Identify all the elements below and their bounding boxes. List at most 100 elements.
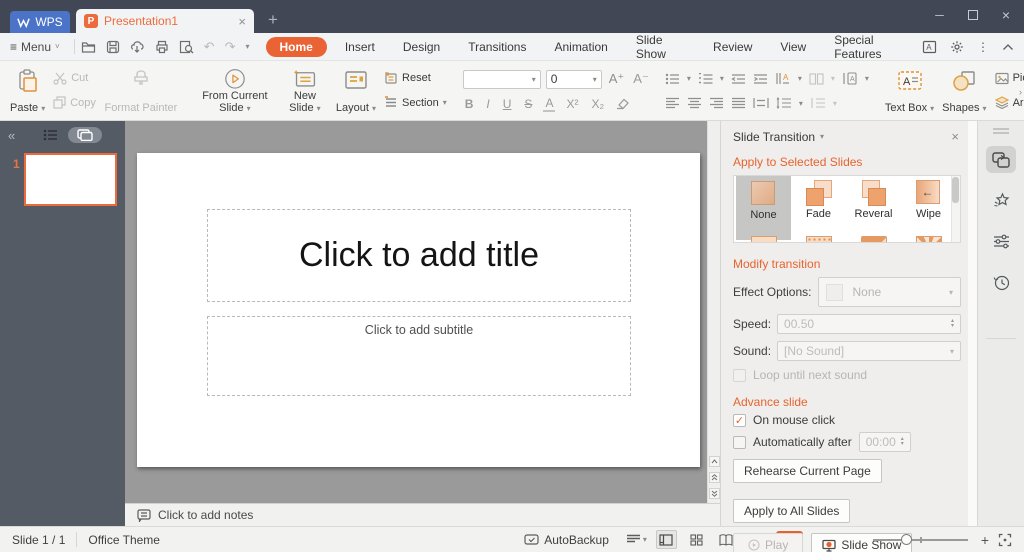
auto-after-spin-arrows[interactable]: ▴ ▾ [901, 436, 904, 447]
align-text-dropdown-icon[interactable]: ▾ [833, 99, 837, 108]
transition-wheel[interactable] [901, 232, 956, 242]
vertical-text-dropdown-icon[interactable]: ▾ [865, 74, 869, 83]
tab-design[interactable]: Design [389, 37, 454, 57]
more-options-icon[interactable]: ⋮ [977, 40, 989, 54]
align-center-icon[interactable] [687, 97, 702, 109]
increase-indent-icon[interactable] [753, 73, 768, 85]
loop-checkbox[interactable] [733, 368, 746, 382]
numbered-list-icon[interactable] [698, 72, 713, 85]
sound-select[interactable]: [No Sound] ▾ [777, 341, 961, 361]
layout-button[interactable]: Layout ▾ [332, 63, 380, 118]
clear-format-icon[interactable] [615, 98, 629, 110]
fit-to-window-icon[interactable] [998, 533, 1012, 547]
gallery-scrollbar[interactable] [951, 176, 960, 242]
object-properties-button[interactable] [986, 228, 1016, 255]
print-icon[interactable] [155, 40, 169, 54]
transition-shape[interactable] [846, 232, 901, 242]
justify-icon[interactable] [731, 97, 746, 109]
paste-button[interactable]: Paste ▾ [6, 63, 49, 118]
numbered-list-dropdown-icon[interactable]: ▾ [720, 74, 724, 83]
superscript-button[interactable]: X² [564, 97, 580, 111]
redo-icon[interactable]: ↷ [225, 39, 236, 55]
previous-slide-button[interactable] [708, 472, 720, 483]
slide-sorter-view-button[interactable] [686, 530, 707, 549]
zoom-slider[interactable] [872, 533, 968, 547]
undo-icon[interactable]: ↶ [204, 39, 215, 55]
font-size-select[interactable]: 0 ▾ [545, 69, 602, 89]
shrink-font-button[interactable]: A⁻ [631, 71, 651, 87]
vertical-scrollbar[interactable] [707, 121, 720, 503]
font-name-select[interactable]: ▾ [462, 69, 541, 89]
next-slide-button[interactable] [708, 488, 720, 499]
panel-close-icon[interactable]: × [951, 129, 959, 144]
bullet-list-dropdown-icon[interactable]: ▾ [687, 74, 691, 83]
tab-review[interactable]: Review [699, 37, 766, 57]
tab-slide-show[interactable]: Slide Show [622, 30, 699, 64]
slide-thumbnail[interactable] [24, 153, 117, 206]
transition-pane-button[interactable] [986, 146, 1016, 173]
strikethrough-button[interactable]: S [522, 97, 534, 111]
italic-button[interactable]: I [484, 97, 491, 111]
history-pane-button[interactable] [986, 269, 1016, 296]
main-menu-button[interactable]: ≡ Menu ˅ [10, 40, 60, 54]
ribbon-expand-icon[interactable]: › [1019, 87, 1022, 97]
reset-button[interactable]: Reset [380, 70, 451, 87]
automatically-after-checkbox[interactable] [733, 435, 746, 449]
document-tab[interactable]: P Presentation1 × [76, 9, 254, 33]
tab-view[interactable]: View [766, 37, 820, 57]
format-painter-button[interactable]: Format Painter [100, 63, 182, 118]
bullet-list-icon[interactable] [665, 73, 680, 85]
customize-quickbar-icon[interactable]: ▾ [245, 42, 249, 51]
minimize-button[interactable]: ─ [935, 8, 944, 22]
panel-scrollbar[interactable] [968, 121, 977, 526]
new-tab-button[interactable]: + [268, 10, 278, 30]
underline-button[interactable]: U [501, 97, 514, 111]
speed-spin-arrows[interactable]: ▴ ▾ [951, 318, 954, 329]
subtitle-placeholder[interactable]: Click to add subtitle [207, 316, 631, 396]
text-direction-dropdown-icon[interactable]: ▾ [798, 74, 802, 83]
slide-indicator[interactable]: Slide 1 / 1 [12, 533, 65, 547]
subscript-button[interactable]: X₂ [589, 97, 606, 111]
line-spacing-icon[interactable] [776, 97, 792, 109]
tab-home[interactable]: Home [265, 36, 327, 57]
transition-box[interactable] [736, 232, 791, 242]
transition-none[interactable]: None [736, 176, 791, 240]
distribute-text-icon[interactable] [753, 97, 769, 109]
panel-drag-handle[interactable] [993, 128, 1009, 134]
notes-toggle-button[interactable]: ▾ [626, 534, 647, 545]
decrease-indent-icon[interactable] [731, 73, 746, 85]
shapes-button[interactable]: Shapes ▾ [938, 63, 990, 118]
collapse-ribbon-icon[interactable] [1002, 43, 1014, 51]
ink-equation-icon[interactable]: A [922, 40, 937, 54]
cut-button[interactable]: Cut [49, 70, 100, 87]
panel-title-dropdown-icon[interactable]: ▾ [820, 132, 824, 141]
text-direction-icon[interactable]: A [775, 72, 791, 85]
align-left-icon[interactable] [665, 97, 680, 109]
columns-dropdown-icon[interactable]: ▾ [831, 74, 835, 83]
transition-fade[interactable]: Fade [791, 176, 846, 240]
slide-canvas[interactable]: Click to add title Click to add subtitle [137, 153, 700, 467]
transition-wipe[interactable]: ← Wipe [901, 176, 956, 240]
tab-animation[interactable]: Animation [540, 37, 621, 57]
title-placeholder[interactable]: Click to add title [207, 209, 631, 302]
grow-font-button[interactable]: A⁺ [607, 71, 627, 87]
close-window-button[interactable]: × [1002, 7, 1010, 23]
zoom-slider-knob[interactable] [901, 533, 913, 545]
tab-close-icon[interactable]: × [238, 14, 246, 29]
font-color-button[interactable]: A [543, 96, 556, 112]
play-button[interactable]: Play [733, 533, 804, 552]
rehearse-button[interactable]: Rehearse Current Page [733, 459, 882, 483]
picture-button[interactable]: Picture [991, 70, 1024, 87]
normal-view-button[interactable] [655, 530, 677, 549]
tab-insert[interactable]: Insert [331, 37, 389, 57]
outline-view-icon[interactable] [43, 129, 58, 141]
transition-reveral[interactable]: Reveral [846, 176, 901, 240]
effect-options-select[interactable]: None ▾ [817, 277, 961, 307]
print-preview-icon[interactable] [130, 40, 145, 54]
align-text-vertical-icon[interactable] [810, 97, 826, 109]
align-right-icon[interactable] [709, 97, 724, 109]
text-box-button[interactable]: A Text Box ▾ [881, 63, 938, 118]
on-mouse-click-checkbox[interactable]: ✓ [733, 413, 746, 427]
vertical-text-icon[interactable]: A [842, 72, 858, 85]
notes-bar[interactable]: Click to add notes [125, 503, 720, 526]
